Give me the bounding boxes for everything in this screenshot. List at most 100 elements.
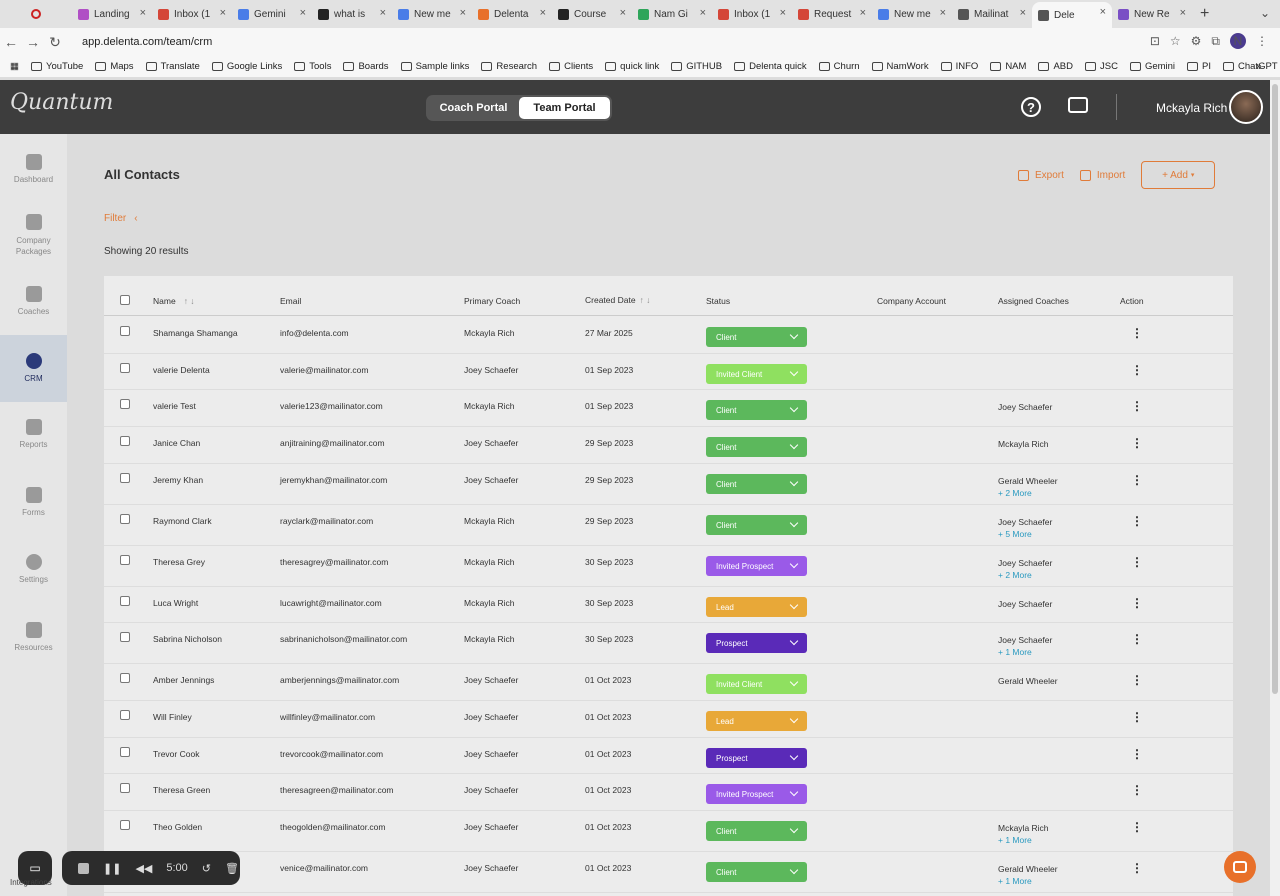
trash-icon[interactable]: 🗑 [225,862,239,875]
contact-name[interactable]: Shamanga Shamanga [153,328,238,338]
tab-close-icon[interactable]: × [540,7,546,19]
browser-tab[interactable]: New me × [392,3,472,25]
restart-icon[interactable]: ↺ [202,862,211,875]
bookmark-item[interactable]: Tools [294,61,331,72]
extension-icon[interactable]: ⚙ [1191,34,1202,48]
row-checkbox[interactable] [120,710,130,720]
apps-grid-icon[interactable]: ▦ [10,61,19,72]
table-row[interactable]: Theresa Grey theresagrey@mailinator.com Mc… [104,546,1233,587]
row-actions-menu-icon[interactable]: ⋮ [1131,326,1143,340]
sidebar-item-dashboard[interactable]: Dashboard [0,154,67,204]
table-row[interactable]: Raymond Clark rayclark@mailinator.com Mcka… [104,505,1233,546]
bookmarks-overflow-icon[interactable]: » [1255,59,1262,73]
status-dropdown[interactable]: Prospect [706,633,807,653]
sort-icon[interactable]: ↑ ↓ [184,296,195,306]
row-checkbox[interactable] [120,436,130,446]
bookmark-item[interactable]: Delenta quick [734,61,807,72]
pause-icon[interactable]: ❚❚ [103,862,121,875]
contact-name[interactable]: Sabrina Nicholson [153,634,222,644]
contact-name[interactable]: Luca Wright [153,598,198,608]
table-row[interactable]: Shamanga Shamanga info@delenta.com Mckayla… [104,317,1233,354]
bookmark-item[interactable]: Gemini [1129,61,1175,72]
table-row[interactable]: Luca Wright lucawright@mailinator.com Mcka… [104,587,1233,623]
bookmark-item[interactable]: GITHUB [671,61,722,72]
status-dropdown[interactable]: Prospect [706,748,807,768]
tab-close-icon[interactable]: × [300,7,306,19]
browser-tab[interactable]: Inbox (1 × [152,3,232,25]
quantum-logo[interactable]: Quantum [10,90,113,115]
table-row[interactable]: Will Finley willfinley@mailinator.com Joey… [104,701,1233,738]
bookmark-item[interactable]: Translate [145,61,200,72]
table-row[interactable]: Amber Jennings amberjennings@mailinator.c… [104,664,1233,701]
browser-tab[interactable]: Mailinat × [952,3,1032,25]
bookmark-item[interactable]: PI [1187,61,1211,72]
tab-close-icon[interactable]: × [940,7,946,19]
row-checkbox[interactable] [120,399,130,409]
sidebar-item-integrations[interactable]: Integrations [10,878,52,887]
more-coaches-link[interactable]: + 2 More [998,569,1052,581]
more-coaches-link[interactable]: + 5 More [998,528,1052,540]
bookmark-item[interactable]: Maps [95,61,134,72]
tab-close-icon[interactable]: × [1020,7,1026,19]
support-chat-button[interactable] [1224,851,1256,883]
browser-tab[interactable]: Request × [792,3,872,25]
contact-name[interactable]: Trevor Cook [153,749,199,759]
bookmark-item[interactable]: JSC [1084,61,1118,72]
contact-name[interactable]: Raymond Clark [153,516,212,526]
browser-tab[interactable]: what is × [312,3,392,25]
table-row[interactable]: valerie Delenta valerie@mailinator.com Joe… [104,354,1233,390]
column-header-name[interactable]: Name ↑ ↓ [153,296,195,306]
install-app-icon[interactable]: ⊡ [1150,34,1160,48]
back-icon[interactable]: ← [0,34,22,50]
browser-tab[interactable]: Inbox (1 × [712,3,792,25]
status-dropdown[interactable]: Client [706,474,807,494]
row-actions-menu-icon[interactable]: ⋮ [1131,514,1143,528]
table-row[interactable]: Sabrina Nicholson sabrinanicholson@mailin… [104,623,1233,664]
page-scrollbar[interactable] [1270,80,1280,896]
more-coaches-link[interactable]: + 2 More [998,487,1058,499]
browser-tab[interactable]: Delenta × [472,3,552,25]
contact-name[interactable]: Theresa Green [153,785,210,795]
column-header-created-date[interactable]: Created Date ↑ ↓ [585,295,650,305]
status-dropdown[interactable]: Client [706,515,807,535]
tab-close-icon[interactable]: × [700,7,706,19]
contact-name[interactable]: valerie Delenta [153,365,210,375]
row-checkbox[interactable] [120,514,130,524]
contact-name[interactable]: Theo Golden [153,822,202,832]
sidebar-item-crm[interactable]: CRM [0,335,67,402]
row-actions-menu-icon[interactable]: ⋮ [1131,555,1143,569]
rewind-icon[interactable]: ◀◀ [135,862,152,875]
coach-portal-tab[interactable]: Coach Portal [428,97,519,119]
sidebar-item-company-packages[interactable]: Company Packages [0,214,67,264]
contact-name[interactable]: Jeremy Khan [153,475,203,485]
row-actions-menu-icon[interactable]: ⋮ [1131,596,1143,610]
status-dropdown[interactable]: Client [706,437,807,457]
bookmark-star-icon[interactable]: ☆ [1170,34,1181,48]
row-actions-menu-icon[interactable]: ⋮ [1131,632,1143,646]
tab-close-icon[interactable]: × [620,7,626,19]
sidebar-item-resources[interactable]: Resources [0,622,67,662]
table-row[interactable]: venice@mailinator.com Joey Schaefer 01 Oct… [104,852,1233,893]
bookmark-item[interactable]: Research [481,61,537,72]
import-button[interactable]: Import [1079,169,1125,181]
row-checkbox[interactable] [120,596,130,606]
row-actions-menu-icon[interactable]: ⋮ [1131,363,1143,377]
tab-close-icon[interactable]: × [140,7,146,19]
bookmark-item[interactable]: Clients [549,61,593,72]
user-avatar[interactable] [1229,90,1263,124]
bookmark-item[interactable]: ABD [1038,61,1073,72]
status-dropdown[interactable]: Invited Prospect [706,784,807,804]
stop-icon[interactable] [78,862,89,874]
bookmark-item[interactable]: Google Links [211,61,282,72]
add-button[interactable]: + Add ▾ [1141,161,1216,189]
bookmark-item[interactable]: NamWork [871,61,929,72]
row-checkbox[interactable] [120,820,130,830]
row-actions-menu-icon[interactable]: ⋮ [1131,399,1143,413]
row-actions-menu-icon[interactable]: ⋮ [1131,673,1143,687]
bookmark-item[interactable]: Sample links [400,61,469,72]
table-row[interactable]: Trevor Cook trevorcook@mailinator.com Joey… [104,738,1233,774]
contact-name[interactable]: valerie Test [153,401,196,411]
browser-tab[interactable]: Nam Gi × [632,3,712,25]
sidebar-item-forms[interactable]: Forms [0,487,67,527]
more-coaches-link[interactable]: + 1 More [998,646,1052,658]
